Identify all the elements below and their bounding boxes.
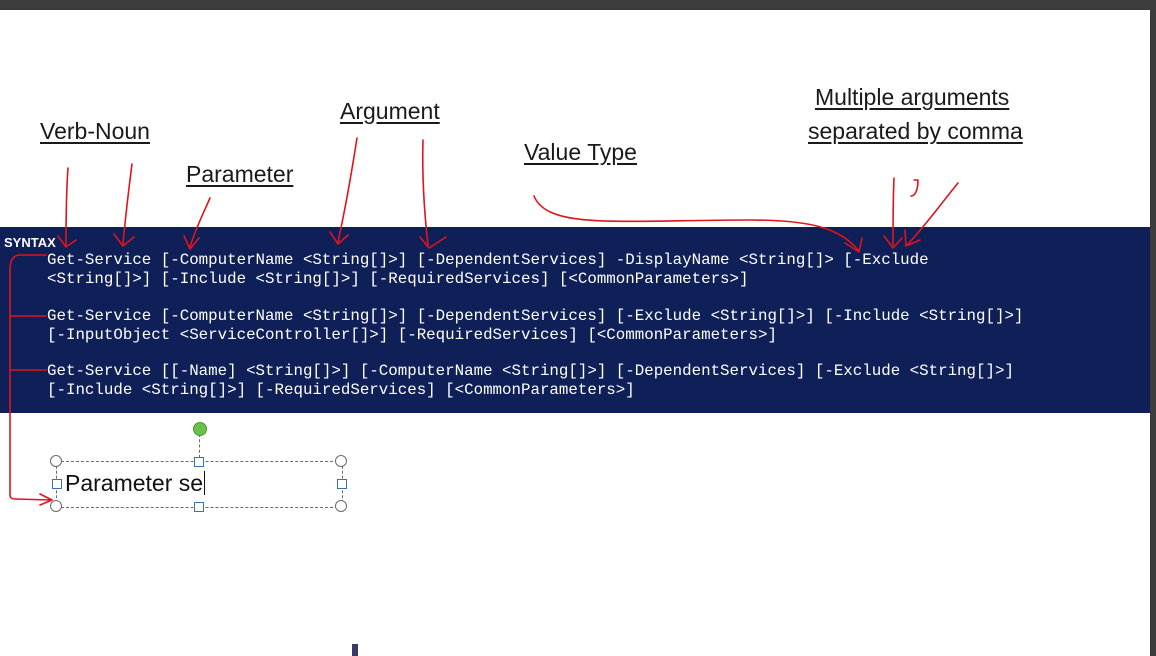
syntax-heading: SYNTAX — [4, 235, 56, 250]
text-box-text: Parameter se — [65, 470, 204, 496]
resize-handle-bottom[interactable] — [194, 502, 204, 512]
resize-handle-bottom-left[interactable] — [50, 500, 62, 512]
multiple-arguments-label-line2: separated by comma — [808, 118, 1023, 144]
scroll-marker — [352, 644, 358, 656]
resize-handle-left[interactable] — [52, 479, 62, 489]
value-type-label: Value Type — [524, 139, 637, 165]
resize-handle-top[interactable] — [194, 457, 204, 467]
syntax-line-3b: [-Include <String[]>] [-RequiredServices… — [47, 381, 635, 399]
rotate-handle[interactable] — [193, 422, 207, 436]
rotate-connector — [199, 434, 200, 458]
argument-label: Argument — [340, 98, 440, 124]
resize-handle-top-left[interactable] — [50, 455, 62, 467]
syntax-line-2b: [-InputObject <ServiceController[]>] [-R… — [47, 326, 777, 344]
parameter-label: Parameter — [186, 161, 294, 187]
resize-handle-right[interactable] — [337, 479, 347, 489]
resize-handle-top-right[interactable] — [335, 455, 347, 467]
syntax-line-2a: Get-Service [-ComputerName <String[]>] [… — [47, 307, 1024, 325]
text-box-content[interactable]: Parameter se — [65, 470, 206, 497]
multiple-arguments-label-line1: Multiple arguments — [815, 84, 1010, 110]
resize-handle-bottom-right[interactable] — [335, 500, 347, 512]
syntax-line-1b: <String[]>] [-Include <String[]>] [-Requ… — [47, 270, 749, 288]
verb-noun-label: Verb-Noun — [40, 118, 150, 144]
syntax-line-1a: Get-Service [-ComputerName <String[]>] [… — [47, 251, 929, 269]
text-caret — [204, 471, 206, 495]
syntax-line-3a: Get-Service [[-Name] <String[]>] [-Compu… — [47, 362, 1014, 380]
